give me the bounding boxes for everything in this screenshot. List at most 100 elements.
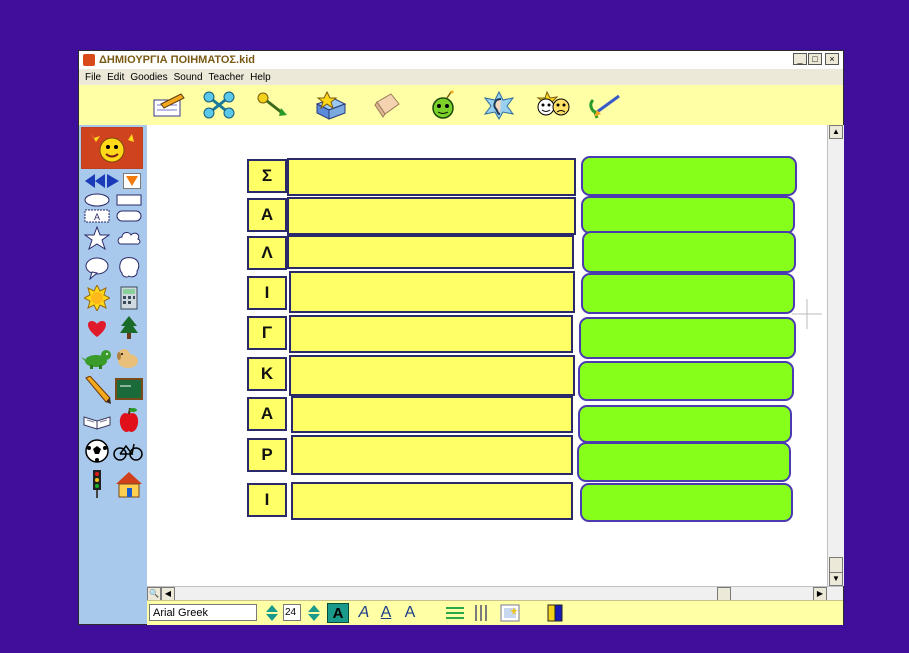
pencil-icon[interactable] bbox=[151, 89, 187, 121]
bomb-icon[interactable] bbox=[425, 89, 461, 121]
italic-button[interactable]: A bbox=[355, 603, 373, 623]
title-bar[interactable]: ΔΗΜΙΟΥΡΓΙΑ ΠΟΙΗΜΑΤΟΣ.kid _ □ × bbox=[79, 51, 843, 69]
maximize-button[interactable]: □ bbox=[808, 53, 822, 65]
green-text-box[interactable] bbox=[577, 442, 791, 482]
acrostic-letter[interactable]: Λ bbox=[247, 236, 287, 270]
line-spacing-icon[interactable] bbox=[443, 603, 467, 623]
vertical-scrollbar[interactable]: ▲ ▼ bbox=[827, 125, 844, 586]
paintbrush-icon[interactable] bbox=[587, 89, 623, 121]
apple-icon[interactable] bbox=[115, 405, 143, 435]
crosshair-cursor-icon bbox=[792, 299, 822, 329]
green-text-box[interactable] bbox=[580, 483, 793, 522]
bold-button[interactable]: A bbox=[327, 603, 349, 623]
acrostic-line-box[interactable] bbox=[291, 396, 573, 433]
scroll-thumb[interactable] bbox=[829, 557, 843, 573]
acrostic-line-box[interactable] bbox=[289, 315, 573, 353]
svg-text:A: A bbox=[94, 212, 100, 222]
acrostic-letter[interactable]: Α bbox=[247, 397, 287, 431]
size-stepper-icon[interactable] bbox=[305, 603, 323, 623]
scroll-down-button[interactable]: ▼ bbox=[829, 572, 843, 586]
heart-icon[interactable] bbox=[83, 315, 111, 341]
dog-icon[interactable] bbox=[113, 345, 143, 371]
menu-file[interactable]: File bbox=[85, 72, 101, 83]
acrostic-letter[interactable]: Γ bbox=[247, 316, 287, 350]
image-frame-icon[interactable] bbox=[499, 603, 521, 623]
menu-edit[interactable]: Edit bbox=[107, 72, 124, 83]
green-text-box[interactable] bbox=[582, 231, 796, 273]
font-name-field[interactable] bbox=[149, 604, 257, 621]
menu-help[interactable]: Help bbox=[250, 72, 271, 83]
acrostic-line-box[interactable] bbox=[289, 355, 575, 396]
bicycle-icon[interactable] bbox=[113, 439, 143, 463]
eraser-icon[interactable] bbox=[369, 89, 405, 121]
zoom-icon[interactable]: 🔍 bbox=[147, 587, 161, 601]
arrow-down-icon[interactable] bbox=[123, 173, 141, 189]
green-text-box[interactable] bbox=[581, 156, 797, 196]
star-icon[interactable] bbox=[83, 225, 111, 251]
traffic-light-icon[interactable] bbox=[83, 469, 111, 499]
acrostic-letter[interactable]: Ι bbox=[247, 276, 287, 310]
green-text-box[interactable] bbox=[578, 405, 792, 443]
drawing-canvas[interactable]: Σ Α Λ Ι Γ Κ Α Ρ Ι bbox=[147, 125, 827, 586]
green-text-box[interactable] bbox=[579, 317, 796, 359]
book-icon[interactable] bbox=[81, 407, 113, 433]
link-tool-icon[interactable] bbox=[201, 89, 237, 121]
acrostic-letter[interactable]: Κ bbox=[247, 357, 287, 391]
font-size-field[interactable] bbox=[283, 604, 301, 621]
rectangle-icon[interactable] bbox=[115, 193, 143, 207]
text-format-button[interactable]: A bbox=[399, 603, 421, 623]
magic-wand-icon[interactable] bbox=[255, 89, 291, 121]
app-icon bbox=[83, 54, 95, 66]
tool-palette: A bbox=[79, 125, 148, 624]
arrow-left-icon[interactable] bbox=[83, 173, 105, 189]
pencil-icon[interactable] bbox=[81, 375, 113, 405]
color-swatch-icon[interactable] bbox=[545, 603, 565, 623]
faces-icon[interactable] bbox=[535, 89, 571, 121]
columns-icon[interactable] bbox=[471, 603, 491, 623]
menu-goodies[interactable]: Goodies bbox=[130, 72, 167, 83]
acrostic-line-box[interactable] bbox=[287, 158, 576, 196]
rounded-rect-icon[interactable] bbox=[115, 209, 143, 223]
hscroll-thumb[interactable] bbox=[717, 587, 731, 601]
acrostic-letter[interactable]: Ι bbox=[247, 483, 287, 517]
soccer-ball-icon[interactable] bbox=[81, 437, 113, 465]
acrostic-letter[interactable]: Ρ bbox=[247, 438, 287, 472]
dinosaur-icon[interactable] bbox=[81, 345, 113, 371]
thought-bubble-icon[interactable] bbox=[115, 255, 143, 281]
stamp-box-icon[interactable] bbox=[313, 89, 349, 121]
ear-icon[interactable] bbox=[481, 89, 517, 121]
acrostic-letter[interactable]: Σ bbox=[247, 159, 287, 193]
acrostic-line-box[interactable] bbox=[287, 197, 576, 235]
font-stepper-icon[interactable] bbox=[263, 603, 281, 623]
acrostic-line-box[interactable] bbox=[291, 435, 573, 475]
house-icon[interactable] bbox=[115, 469, 143, 499]
window-title: ΔΗΜΙΟΥΡΓΙΑ ΠΟΙΗΜΑΤΟΣ.kid bbox=[99, 54, 255, 66]
close-button[interactable]: × bbox=[825, 53, 839, 65]
acrostic-letter[interactable]: Α bbox=[247, 198, 287, 232]
arrow-right-icon[interactable] bbox=[105, 173, 121, 189]
tree-icon[interactable] bbox=[115, 315, 143, 341]
scroll-up-button[interactable]: ▲ bbox=[829, 125, 843, 139]
acrostic-line-box[interactable] bbox=[291, 482, 573, 520]
sun-icon[interactable] bbox=[83, 285, 111, 311]
text-box-icon[interactable]: A bbox=[83, 209, 111, 223]
scroll-right-button[interactable]: ▶ bbox=[813, 587, 827, 601]
menu-sound[interactable]: Sound bbox=[174, 72, 203, 83]
green-text-box[interactable] bbox=[578, 361, 794, 401]
acrostic-line-box[interactable] bbox=[289, 271, 575, 313]
underline-button[interactable]: A bbox=[377, 603, 395, 623]
horizontal-scrollbar[interactable]: 🔍 ◀ ▶ bbox=[147, 586, 843, 601]
scroll-left-button[interactable]: ◀ bbox=[161, 587, 175, 601]
menu-teacher[interactable]: Teacher bbox=[209, 72, 245, 83]
calculator-icon[interactable] bbox=[115, 285, 143, 311]
sun-face-icon[interactable] bbox=[81, 127, 143, 169]
green-text-box[interactable] bbox=[581, 273, 795, 314]
minimize-button[interactable]: _ bbox=[793, 53, 807, 65]
green-text-box[interactable] bbox=[581, 196, 795, 234]
chalkboard-icon[interactable] bbox=[115, 377, 143, 403]
acrostic-line-box[interactable] bbox=[287, 235, 574, 269]
oval-icon[interactable] bbox=[83, 193, 111, 207]
speech-bubble-icon[interactable] bbox=[83, 255, 111, 281]
cloud-icon[interactable] bbox=[115, 225, 143, 251]
application-window: ΔΗΜΙΟΥΡΓΙΑ ΠΟΙΗΜΑΤΟΣ.kid _ □ × File Edit… bbox=[78, 50, 844, 625]
